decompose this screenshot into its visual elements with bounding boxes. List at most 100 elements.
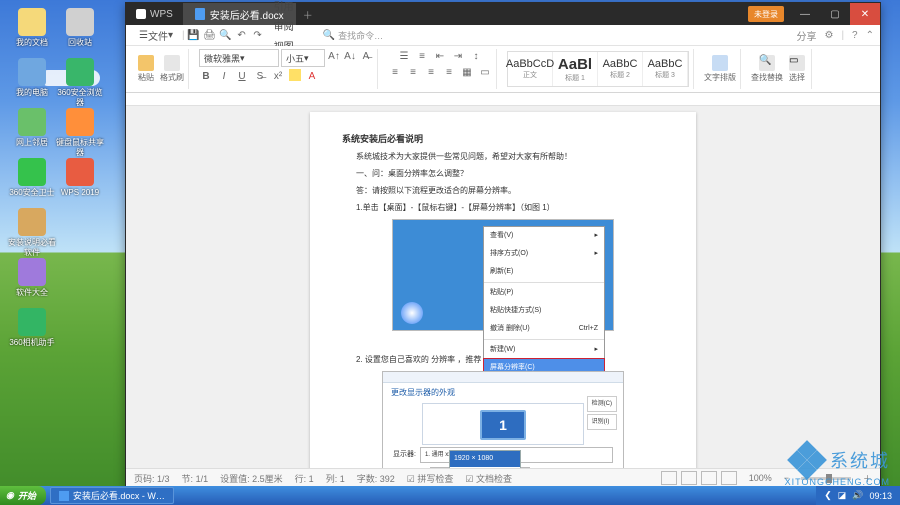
linespace-icon[interactable]: ↕ bbox=[469, 49, 483, 63]
view-read-icon[interactable] bbox=[721, 471, 737, 485]
menu-审阅[interactable]: 审阅 bbox=[267, 15, 321, 35]
align-center-icon[interactable]: ≡ bbox=[406, 65, 420, 79]
align-right-icon[interactable]: ≡ bbox=[424, 65, 438, 79]
view-page-icon[interactable] bbox=[661, 471, 677, 485]
save-icon[interactable]: 💾 bbox=[187, 28, 201, 42]
command-search[interactable]: 🔍查找命令… bbox=[323, 29, 383, 42]
tray-icon[interactable]: ❮ bbox=[824, 490, 832, 501]
borders-icon[interactable]: ▭ bbox=[478, 65, 492, 79]
ctx-item[interactable]: 新建(W)▸ bbox=[484, 341, 604, 359]
wps-window: WPS 安装后必看.docx ＋ 未登录 — ▢ ✕ ☰ 文件 ▾ | 💾 🖨 … bbox=[125, 2, 881, 488]
desktop-icon-1[interactable]: 我的电脑 bbox=[8, 58, 56, 98]
settings-icon[interactable]: ⚙ bbox=[824, 30, 833, 41]
detect-button[interactable]: 检测(C) bbox=[587, 396, 617, 412]
shading-icon[interactable]: ▦ bbox=[460, 65, 474, 79]
minimize-button[interactable]: — bbox=[790, 3, 820, 25]
grow-font-icon[interactable]: A↑ bbox=[327, 49, 341, 63]
clear-format-icon[interactable]: A̶ bbox=[359, 49, 373, 63]
style-标题 1[interactable]: AaBl标题 1 bbox=[553, 52, 598, 86]
style-标题 3[interactable]: AaBbC标题 3 bbox=[643, 52, 688, 86]
desktop-icon-3[interactable]: 360安全卫士 bbox=[8, 158, 56, 198]
style-正文[interactable]: AaBbCcD正文 bbox=[508, 52, 553, 86]
desktop-icon-9[interactable]: 键盘鼠标共享器 bbox=[56, 108, 104, 158]
desktop-icon-5[interactable]: 软件大全 bbox=[8, 258, 56, 298]
share-button[interactable]: 分享 bbox=[796, 28, 816, 43]
res-option[interactable]: 1680 × 1050 bbox=[450, 467, 520, 468]
tray-clock[interactable]: 09:13 bbox=[869, 491, 892, 501]
status-bar: 页码: 1/3 节: 1/1 设置值: 2.5厘米 行: 1 列: 1 字数: … bbox=[126, 468, 880, 487]
watermark-brand: 系统城 bbox=[830, 447, 890, 473]
identify-button[interactable]: 识别(I) bbox=[587, 414, 617, 430]
col-indicator: 列: 1 bbox=[326, 472, 345, 485]
bold-icon[interactable]: B bbox=[199, 69, 213, 83]
view-web-icon[interactable] bbox=[701, 471, 717, 485]
ctx-item[interactable]: 粘贴快捷方式(S) bbox=[484, 302, 604, 320]
screenshot-resolution-panel: 更改显示器的外观 1 检测(C) 识别(I) 显示器: 1. 通用 xxx 显示… bbox=[382, 371, 624, 468]
tray-network-icon[interactable]: ◪ bbox=[838, 490, 847, 501]
maximize-button[interactable]: ▢ bbox=[820, 3, 850, 25]
desktop-icon-10[interactable]: WPS 2019 bbox=[56, 158, 104, 198]
resolution-options-list[interactable]: 1920 × 10801680 × 10501600 × 9001400 × 1… bbox=[449, 450, 521, 468]
ribbon-toggle-icon[interactable]: ⌃ bbox=[866, 30, 874, 41]
menu-引用[interactable]: 引用 bbox=[267, 0, 321, 15]
find-replace-button[interactable]: 🔍查找替换 bbox=[751, 55, 783, 83]
align-justify-icon[interactable]: ≡ bbox=[442, 65, 456, 79]
text-layout-button[interactable]: 文字排版 bbox=[704, 55, 736, 83]
monitor-icon: 1 bbox=[480, 410, 526, 440]
wps-home-tab[interactable]: WPS bbox=[126, 3, 183, 25]
menubar: ☰ 文件 ▾ | 💾 🖨 🔍 ↶ ↷ 开始插入页面布局引用审阅视图章节安全开发工… bbox=[126, 25, 880, 46]
vip-login-button[interactable]: 未登录 bbox=[748, 6, 784, 22]
bullets-icon[interactable]: ☰ bbox=[397, 49, 411, 63]
font-size-dropdown[interactable]: 小五 ▾ bbox=[281, 49, 325, 67]
italic-icon[interactable]: I bbox=[217, 69, 231, 83]
desktop-icon-2[interactable]: 网上邻居 bbox=[8, 108, 56, 148]
font-name-dropdown[interactable]: 微软雅黑 ▾ bbox=[199, 49, 279, 67]
tray-volume-icon[interactable]: 🔊 bbox=[852, 490, 863, 501]
doccheck-toggle[interactable]: ☑ 文档检查 bbox=[465, 472, 512, 485]
indent-dec-icon[interactable]: ⇤ bbox=[433, 49, 447, 63]
font-color-icon[interactable]: A bbox=[305, 69, 319, 83]
res-option[interactable]: 1920 × 1080 bbox=[450, 451, 520, 467]
file-menu[interactable]: ☰ 文件 ▾ bbox=[132, 25, 180, 45]
superscript-icon[interactable]: x² bbox=[271, 69, 285, 83]
redo-icon[interactable]: ↷ bbox=[251, 28, 265, 42]
ctx-item[interactable]: 粘贴(P) bbox=[484, 284, 604, 302]
indent-inc-icon[interactable]: ⇥ bbox=[451, 49, 465, 63]
undo-icon[interactable]: ↶ bbox=[235, 28, 249, 42]
taskbar-item-wps[interactable]: 安装后必看.docx - W… bbox=[50, 487, 174, 504]
align-left-icon[interactable]: ≡ bbox=[388, 65, 402, 79]
ctx-item[interactable]: 排序方式(O)▸ bbox=[484, 245, 604, 263]
ruler bbox=[126, 93, 880, 106]
select-button[interactable]: ▭选择 bbox=[787, 55, 807, 83]
spellcheck-toggle[interactable]: ☑ 拼写检查 bbox=[407, 472, 454, 485]
desktop-icon-6[interactable]: 360相机助手 bbox=[8, 308, 56, 348]
zoom-value[interactable]: 100% bbox=[749, 473, 772, 483]
watermark: 系统城 bbox=[790, 443, 890, 477]
preview-icon[interactable]: 🔍 bbox=[219, 28, 233, 42]
highlight-icon[interactable] bbox=[289, 69, 301, 81]
underline-icon[interactable]: U bbox=[235, 69, 249, 83]
desktop-icon-0[interactable]: 我的文档 bbox=[8, 8, 56, 48]
start-button[interactable]: ◉ 开始 bbox=[0, 486, 46, 505]
shrink-font-icon[interactable]: A↓ bbox=[343, 49, 357, 63]
desktop-icon-4[interactable]: 安装说明必看软件 bbox=[8, 208, 56, 258]
doc-title: 系统安装后必看说明 bbox=[342, 132, 664, 146]
style-gallery[interactable]: AaBbCcD正文AaBl标题 1AaBbC标题 2AaBbC标题 3 bbox=[507, 51, 689, 87]
paste-button[interactable]: 粘贴 bbox=[136, 55, 156, 83]
desktop-icon-7[interactable]: 回收站 bbox=[56, 8, 104, 48]
screenshot-context-menu: 查看(V)▸排序方式(O)▸刷新(E)粘贴(P)粘贴快捷方式(S)撤消 删除(U… bbox=[392, 219, 614, 331]
strike-icon[interactable]: S̶ bbox=[253, 69, 267, 83]
close-button[interactable]: ✕ bbox=[850, 3, 880, 25]
view-outline-icon[interactable] bbox=[681, 471, 697, 485]
ctx-item[interactable]: 刷新(E) bbox=[484, 263, 604, 281]
system-tray[interactable]: ❮ ◪ 🔊 09:13 bbox=[816, 486, 900, 505]
format-painter-button[interactable]: 格式刷 bbox=[160, 55, 184, 83]
style-标题 2[interactable]: AaBbC标题 2 bbox=[598, 52, 643, 86]
desktop-icon-8[interactable]: 360安全浏览器 bbox=[56, 58, 104, 108]
print-icon[interactable]: 🖨 bbox=[203, 28, 217, 42]
watermark-logo-icon bbox=[790, 443, 824, 477]
help-icon[interactable]: ? bbox=[852, 30, 858, 41]
numbering-icon[interactable]: ≡ bbox=[415, 49, 429, 63]
ctx-item[interactable]: 查看(V)▸ bbox=[484, 227, 604, 245]
ctx-item[interactable]: 撤消 删除(U)Ctrl+Z bbox=[484, 320, 604, 338]
